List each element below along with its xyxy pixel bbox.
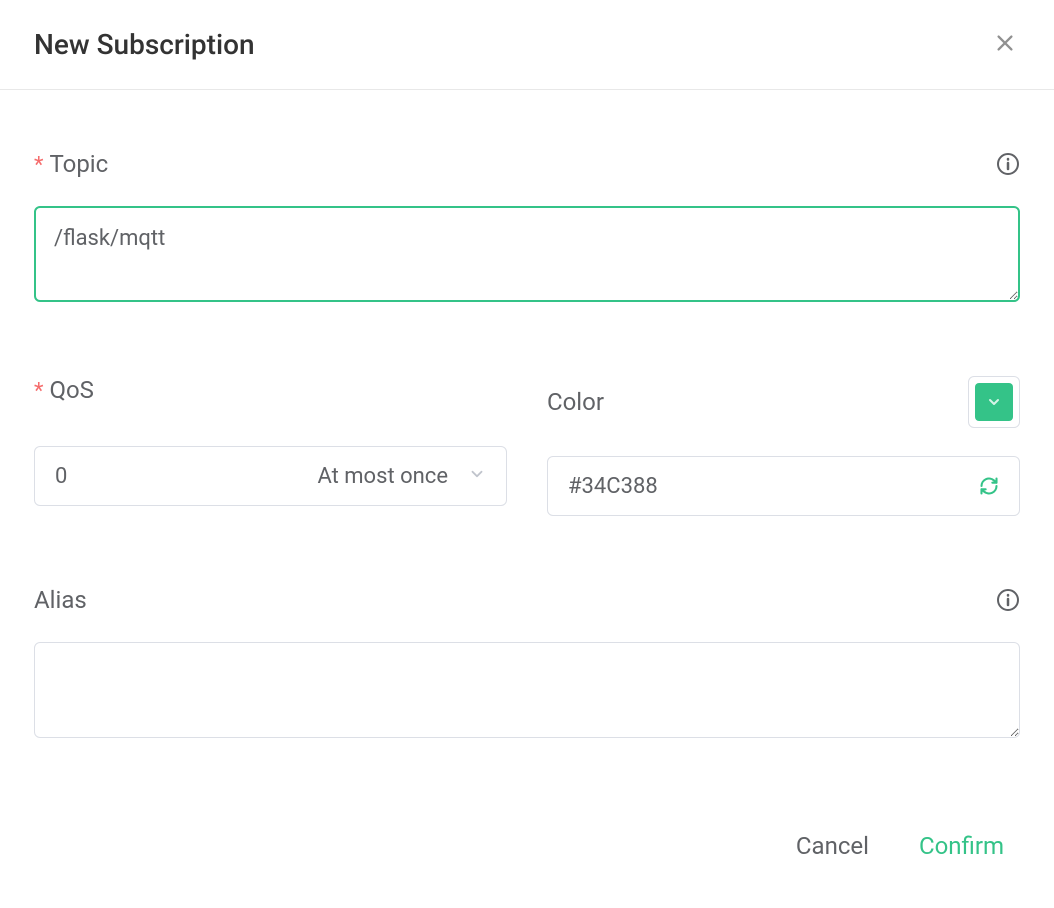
color-swatch[interactable] xyxy=(975,383,1013,421)
close-button[interactable] xyxy=(990,28,1020,61)
color-swatch-wrapper xyxy=(968,376,1020,428)
alias-label-row: Alias xyxy=(34,586,1020,614)
qos-color-row: *QoS 0 At most once Color xyxy=(34,376,1020,516)
color-label: Color xyxy=(547,388,604,416)
color-input-wrapper xyxy=(547,456,1020,516)
qos-value: 0 xyxy=(55,464,67,489)
qos-column: *QoS 0 At most once xyxy=(34,376,507,516)
alias-input[interactable] xyxy=(34,642,1020,738)
modal-body: *Topic /flask/mqtt *QoS 0 At mo xyxy=(0,90,1054,832)
alias-group: Alias xyxy=(34,586,1020,742)
refresh-icon[interactable] xyxy=(979,476,999,496)
qos-select[interactable]: 0 At most once xyxy=(34,446,507,506)
confirm-button[interactable]: Confirm xyxy=(919,832,1004,860)
qos-label: *QoS xyxy=(34,376,94,404)
qos-description: At most once xyxy=(317,464,448,489)
color-label-row: Color xyxy=(547,376,1020,428)
close-icon xyxy=(994,32,1016,57)
topic-label-row: *Topic xyxy=(34,150,1020,178)
modal-header: New Subscription xyxy=(0,0,1054,90)
color-input[interactable] xyxy=(568,474,979,499)
required-mark: * xyxy=(34,153,43,178)
info-icon[interactable] xyxy=(996,152,1020,176)
qos-description-wrapper: At most once xyxy=(317,464,486,489)
modal-title: New Subscription xyxy=(34,28,255,61)
color-column: Color xyxy=(547,376,1020,516)
alias-label: Alias xyxy=(34,586,87,614)
required-mark: * xyxy=(34,379,43,404)
topic-label: *Topic xyxy=(34,150,108,178)
qos-label-text: QoS xyxy=(49,376,93,404)
info-icon[interactable] xyxy=(996,588,1020,612)
topic-input[interactable]: /flask/mqtt xyxy=(34,206,1020,302)
chevron-down-icon xyxy=(468,464,486,489)
topic-label-text: Topic xyxy=(49,150,108,178)
cancel-button[interactable]: Cancel xyxy=(796,832,869,860)
topic-group: *Topic /flask/mqtt xyxy=(34,150,1020,306)
qos-label-row: *QoS xyxy=(34,376,507,404)
modal-footer: Cancel Confirm xyxy=(0,832,1054,900)
